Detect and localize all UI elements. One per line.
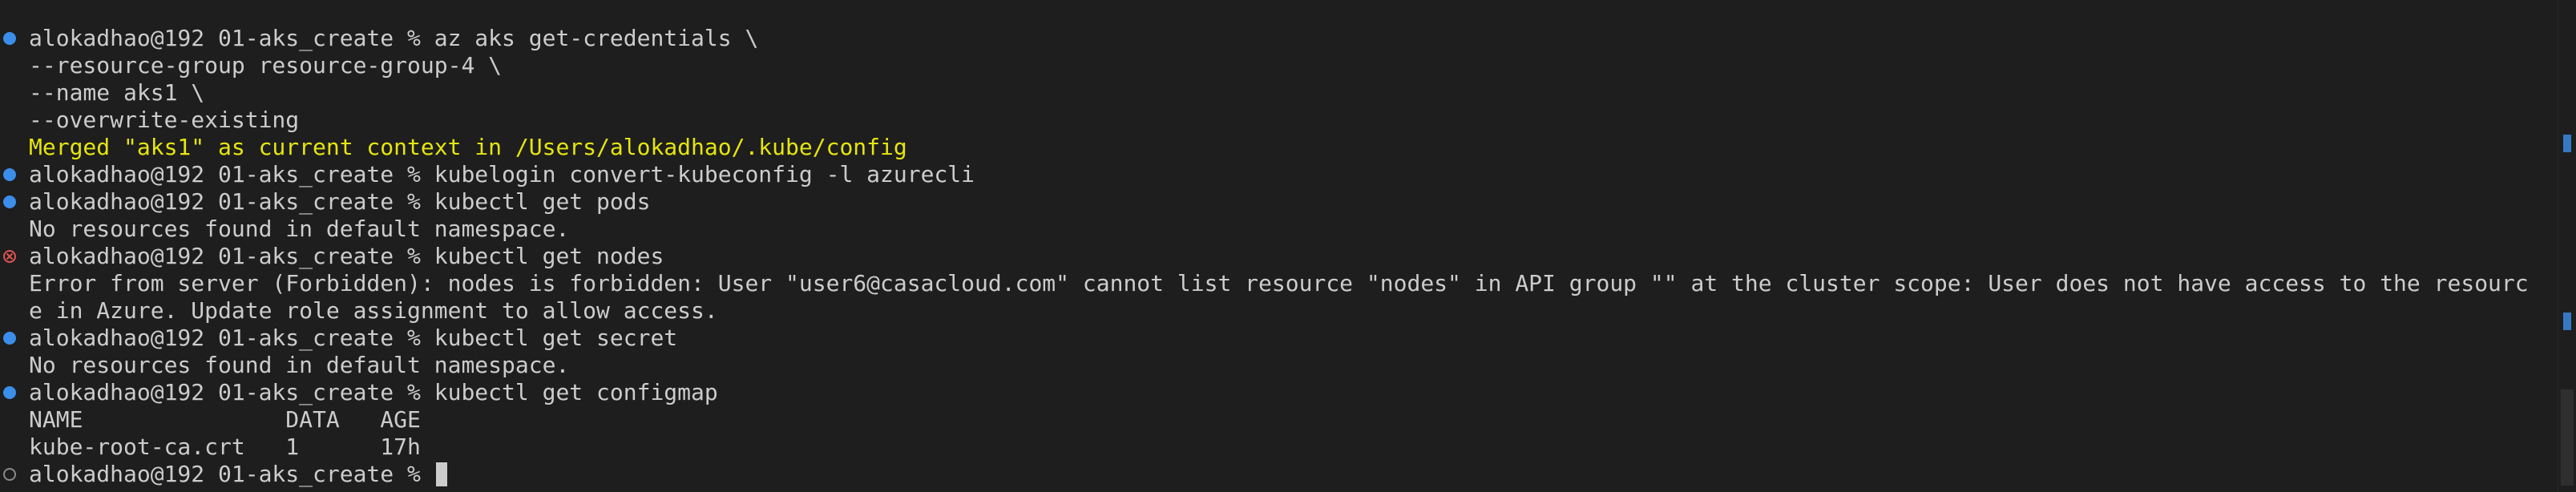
line-text: alokadhao@192 01-aks_create % kubectl ge… (29, 379, 718, 405)
scrollbar-thumb[interactable] (2561, 389, 2574, 486)
line-text: kube-root-ca.crt 1 17h (29, 434, 421, 460)
line-text: Error from server (Forbidden): nodes is … (29, 270, 2529, 296)
line-text: alokadhao@192 01-aks_create % az aks get… (29, 25, 759, 51)
line-text: alokadhao@192 01-aks_create % kubectl ge… (29, 325, 678, 351)
line-text: No resources found in default namespace. (29, 216, 570, 242)
command-success-marker-icon[interactable] (3, 196, 16, 208)
terminal-prompt-line: alokadhao@192 01-aks_create % kubectl ge… (0, 188, 2549, 216)
command-pending-marker-icon[interactable] (3, 468, 16, 481)
scrollbar-command-marker (2563, 313, 2571, 330)
terminal-prompt-line: alokadhao@192 01-aks_create % kubectl ge… (0, 325, 2549, 352)
terminal-prompt-line: alokadhao@192 01-aks_create % kubectl ge… (0, 379, 2549, 406)
line-text: alokadhao@192 01-aks_create % (29, 461, 434, 487)
terminal-prompt-line: alokadhao@192 01-aks_create % (0, 461, 2549, 488)
terminal-prompt-line: alokadhao@192 01-aks_create % az aks get… (0, 25, 2549, 52)
line-text: --name aks1 \ (29, 79, 205, 106)
text-cursor (435, 462, 447, 486)
terminal-output-line: --overwrite-existing (0, 107, 2549, 134)
terminal-output-line: --resource-group resource-group-4 \ (0, 52, 2549, 79)
terminal-prompt-line: alokadhao@192 01-aks_create % kubectl ge… (0, 243, 2549, 270)
terminal-output-line: Merged "aks1" as current context in /Use… (0, 134, 2549, 161)
vertical-scrollbar[interactable] (2558, 0, 2576, 492)
line-text: Merged "aks1" as current context in /Use… (29, 134, 907, 160)
command-success-marker-icon[interactable] (3, 32, 16, 45)
terminal-output-line: --name aks1 \ (0, 79, 2549, 107)
line-text: alokadhao@192 01-aks_create % kubelogin … (29, 161, 975, 188)
scrollbar-command-marker (2563, 135, 2571, 152)
line-text: NAME DATA AGE (29, 406, 421, 433)
line-text: No resources found in default namespace. (29, 352, 570, 378)
line-text: alokadhao@192 01-aks_create % kubectl ge… (29, 188, 651, 215)
terminal-output-line: NAME DATA AGE (0, 406, 2549, 434)
terminal-output-line: No resources found in default namespace. (0, 352, 2549, 379)
terminal-prompt-line: alokadhao@192 01-aks_create % kubelogin … (0, 161, 2549, 188)
terminal-output[interactable]: alokadhao@192 01-aks_create % az aks get… (0, 25, 2549, 488)
terminal-output-line: No resources found in default namespace. (0, 216, 2549, 243)
terminal-output-line: e in Azure. Update role assignment to al… (0, 297, 2549, 325)
line-text: e in Azure. Update role assignment to al… (29, 297, 718, 324)
command-success-marker-icon[interactable] (3, 332, 16, 345)
terminal-output-line: kube-root-ca.crt 1 17h (0, 434, 2549, 461)
command-success-marker-icon[interactable] (3, 386, 16, 399)
terminal-window[interactable]: alokadhao@192 01-aks_create % az aks get… (0, 0, 2576, 492)
line-text: --overwrite-existing (29, 107, 300, 133)
terminal-output-line: Error from server (Forbidden): nodes is … (0, 270, 2549, 297)
line-text: alokadhao@192 01-aks_create % kubectl ge… (29, 243, 664, 269)
command-error-marker-icon[interactable] (3, 250, 16, 263)
line-text: --resource-group resource-group-4 \ (29, 52, 503, 79)
command-success-marker-icon[interactable] (3, 168, 16, 181)
